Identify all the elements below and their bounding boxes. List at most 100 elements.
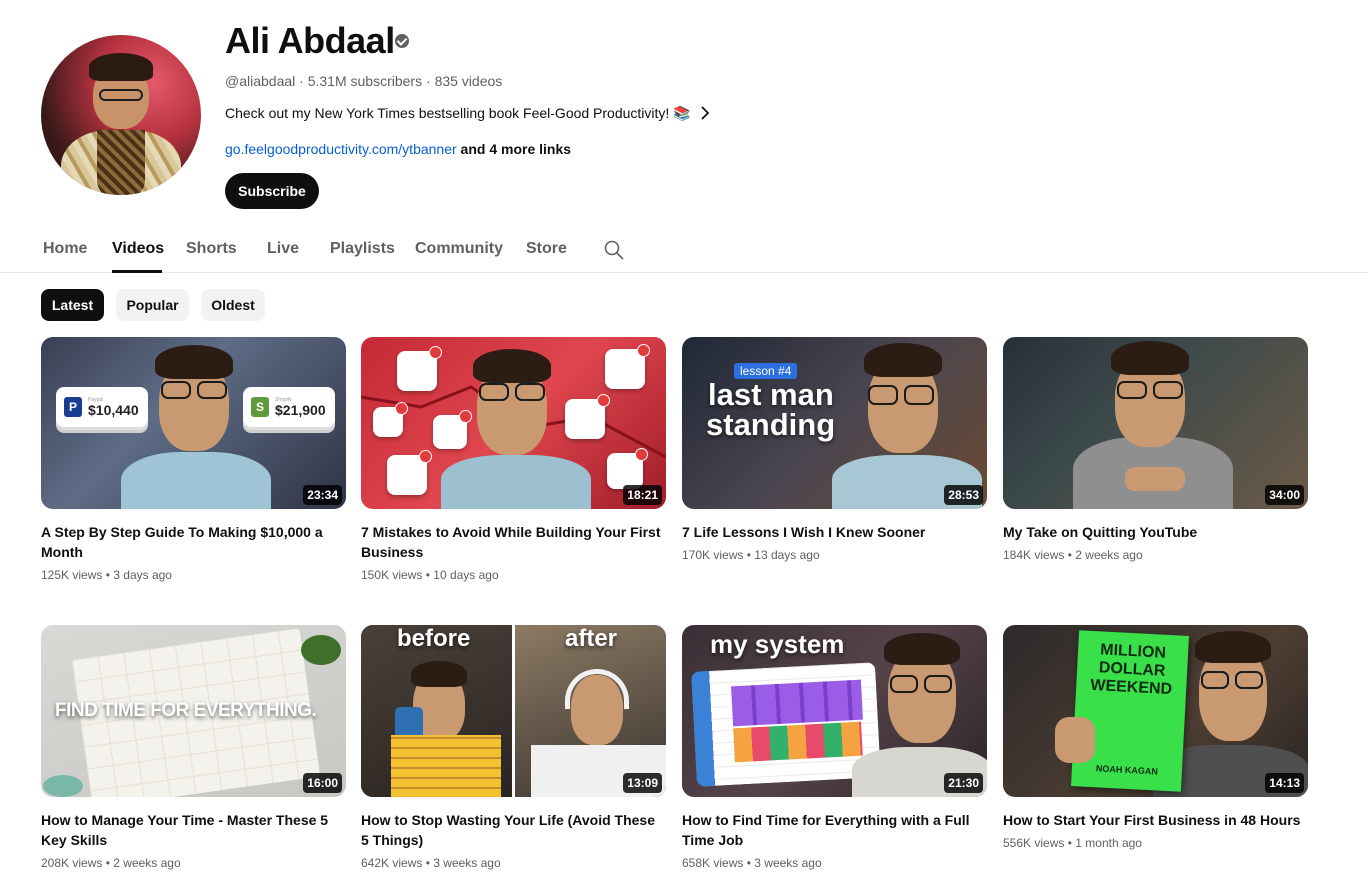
channel-links: go.feelgoodproductivity.com/ytbanner and… xyxy=(225,141,571,157)
mistake-icon xyxy=(397,346,442,391)
video-views: 556K views xyxy=(1003,836,1065,850)
video-count: 835 videos xyxy=(434,73,503,89)
video-views: 658K views xyxy=(682,856,744,870)
tab-store[interactable]: Store xyxy=(526,240,567,258)
mistake-icon xyxy=(433,410,472,449)
avatar-hair xyxy=(89,53,153,81)
video-duration: 14:13 xyxy=(1265,773,1304,793)
mistake-icon xyxy=(605,344,650,389)
video-meta: 642K views • 3 weeks ago xyxy=(361,854,666,872)
video-meta: 184K views • 2 weeks ago xyxy=(1003,546,1308,564)
video-thumbnail[interactable]: P Paypal $10,440 S Shopify $21,900 23:34 xyxy=(41,337,346,509)
video-card[interactable]: lesson #4 last man standing 28:53 7 Life… xyxy=(682,337,987,564)
video-meta: 170K views • 13 days ago xyxy=(682,546,987,564)
thumb-text: last man xyxy=(708,377,834,412)
subscribe-button[interactable]: Subscribe xyxy=(225,173,319,209)
more-links[interactable]: and 4 more links xyxy=(461,141,571,157)
video-thumbnail[interactable]: my system 21:30 xyxy=(682,625,987,797)
channel-handle: @aliabdaal xyxy=(225,73,296,89)
channel-tabs: Home Videos Shorts Live Playlists Commun… xyxy=(0,229,1368,273)
channel-name: Ali Abdaal xyxy=(225,20,395,61)
video-title[interactable]: How to Manage Your Time - Master These 5… xyxy=(41,810,346,850)
video-thumbnail[interactable]: before after 13:09 xyxy=(361,625,666,797)
meta-separator: · xyxy=(299,73,304,89)
video-card[interactable]: my system 21:30 How to Find Time for Eve… xyxy=(682,625,987,872)
video-age: 13 days ago xyxy=(754,548,820,562)
video-meta: 556K views • 1 month ago xyxy=(1003,834,1308,852)
mistake-icon xyxy=(387,450,432,495)
thumb-text: standing xyxy=(706,407,836,442)
video-views: 184K views xyxy=(1003,548,1065,562)
video-card[interactable]: MILLION DOLLAR WEEKEND NOAH KAGAN 14:13 … xyxy=(1003,625,1308,852)
video-views: 125K views xyxy=(41,568,103,582)
video-views: 150K views xyxy=(361,568,423,582)
avatar-scarf xyxy=(97,130,145,195)
tab-community[interactable]: Community xyxy=(415,240,503,258)
video-card[interactable]: 34:00 My Take on Quitting YouTube 184K v… xyxy=(1003,337,1308,564)
video-meta: 208K views • 2 weeks ago xyxy=(41,854,346,872)
video-meta: 658K views • 3 weeks ago xyxy=(682,854,987,872)
video-title[interactable]: 7 Life Lessons I Wish I Knew Sooner xyxy=(682,522,987,542)
channel-avatar[interactable] xyxy=(41,35,201,195)
video-duration: 28:53 xyxy=(944,485,983,505)
active-tab-indicator xyxy=(112,270,162,273)
video-title[interactable]: How to Find Time for Everything with a F… xyxy=(682,810,987,850)
tab-shorts[interactable]: Shorts xyxy=(186,240,237,258)
mistake-icon xyxy=(607,448,648,489)
video-duration: 21:30 xyxy=(944,773,983,793)
shopify-logo-icon: S xyxy=(251,397,269,417)
chip-latest[interactable]: Latest xyxy=(41,289,104,321)
chevron-right-icon[interactable] xyxy=(697,104,713,122)
tab-videos[interactable]: Videos xyxy=(112,240,164,258)
channel-meta: @aliabdaal · 5.31M subscribers · 835 vid… xyxy=(225,73,502,89)
video-thumbnail[interactable]: lesson #4 last man standing 28:53 xyxy=(682,337,987,509)
video-views: 170K views xyxy=(682,548,744,562)
subscriber-count: 5.31M subscribers xyxy=(307,73,423,89)
video-age: 2 weeks ago xyxy=(1075,548,1143,562)
video-thumbnail[interactable]: FIND TIME FOR EVERYTHING. 16:00 xyxy=(41,625,346,797)
chip-oldest[interactable]: Oldest xyxy=(201,289,265,321)
thumb-text: before xyxy=(397,625,471,652)
video-duration: 16:00 xyxy=(303,773,342,793)
tab-home[interactable]: Home xyxy=(43,240,87,258)
video-thumbnail[interactable]: 18:21 xyxy=(361,337,666,509)
book-cover: MILLION DOLLAR WEEKEND NOAH KAGAN xyxy=(1070,630,1190,792)
video-age: 2 weeks ago xyxy=(113,856,181,870)
video-card[interactable]: P Paypal $10,440 S Shopify $21,900 23:34… xyxy=(41,337,346,584)
search-icon[interactable] xyxy=(603,239,625,261)
video-title[interactable]: How to Stop Wasting Your Life (Avoid The… xyxy=(361,810,666,850)
video-card[interactable]: FIND TIME FOR EVERYTHING. 16:00 How to M… xyxy=(41,625,346,872)
thumb-text: FIND TIME FOR EVERYTHING. xyxy=(55,700,317,721)
video-card[interactable]: before after 13:09 How to Stop Wasting Y… xyxy=(361,625,666,872)
mistake-icon xyxy=(373,402,408,437)
meta-separator: · xyxy=(426,73,431,89)
verified-check-icon xyxy=(395,34,409,48)
video-title[interactable]: My Take on Quitting YouTube xyxy=(1003,522,1308,542)
video-thumbnail[interactable]: 34:00 xyxy=(1003,337,1308,509)
video-meta: 125K views • 3 days ago xyxy=(41,566,346,584)
video-thumbnail[interactable]: MILLION DOLLAR WEEKEND NOAH KAGAN 14:13 xyxy=(1003,625,1308,797)
tab-live[interactable]: Live xyxy=(267,240,299,258)
chip-popular[interactable]: Popular xyxy=(116,289,189,321)
video-age: 10 days ago xyxy=(433,568,499,582)
channel-description[interactable]: Check out my New York Times bestselling … xyxy=(225,105,691,122)
video-title[interactable]: 7 Mistakes to Avoid While Building Your … xyxy=(361,522,666,562)
video-age: 3 weeks ago xyxy=(754,856,822,870)
video-card[interactable]: 18:21 7 Mistakes to Avoid While Building… xyxy=(361,337,666,584)
video-duration: 34:00 xyxy=(1265,485,1304,505)
paypal-logo-icon: P xyxy=(64,397,82,417)
video-duration: 23:34 xyxy=(303,485,342,505)
video-age: 1 month ago xyxy=(1075,836,1142,850)
video-duration: 13:09 xyxy=(623,773,662,793)
video-title[interactable]: How to Start Your First Business in 48 H… xyxy=(1003,810,1308,830)
video-duration: 18:21 xyxy=(623,485,662,505)
video-views: 208K views xyxy=(41,856,103,870)
thumb-text: my system xyxy=(710,629,845,659)
channel-link[interactable]: go.feelgoodproductivity.com/ytbanner xyxy=(225,141,457,157)
avatar-glasses xyxy=(99,89,143,101)
tab-playlists[interactable]: Playlists xyxy=(330,240,395,258)
thumb-text: after xyxy=(565,625,618,652)
video-age: 3 weeks ago xyxy=(433,856,501,870)
video-title[interactable]: A Step By Step Guide To Making $10,000 a… xyxy=(41,522,346,562)
video-views: 642K views xyxy=(361,856,423,870)
